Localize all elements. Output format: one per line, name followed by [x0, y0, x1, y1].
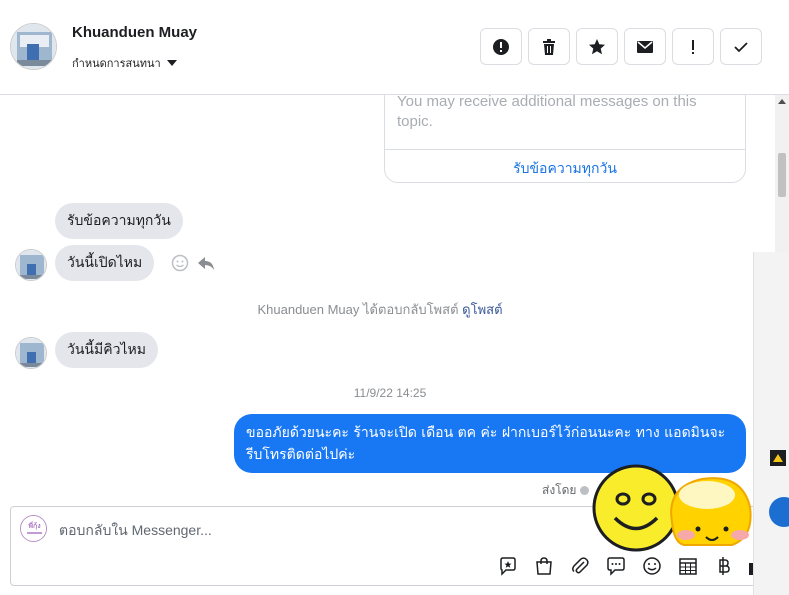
chat-bubble-icon	[607, 557, 625, 576]
svg-text:พี่กุ้ง: พี่กุ้ง	[28, 521, 40, 530]
star-button[interactable]	[576, 28, 618, 65]
topic-card-text: You may receive additional messages on t…	[397, 95, 697, 130]
payment-button[interactable]	[713, 555, 735, 577]
baht-icon	[719, 557, 730, 575]
header-toolbar	[480, 28, 762, 65]
incoming-message: รับข้อความทุกวัน	[55, 203, 183, 239]
delete-button[interactable]	[528, 28, 570, 65]
side-panel	[753, 252, 789, 595]
scrollbar[interactable]	[775, 95, 789, 255]
mark-unread-button[interactable]	[624, 28, 666, 65]
cloud-app-icon[interactable]	[769, 497, 789, 527]
contact-name: Khuanduen Muay	[72, 24, 198, 41]
page-avatar: พี่กุ้ง	[20, 515, 47, 542]
scrollbar-thumb[interactable]	[778, 153, 786, 197]
alert-circle-icon	[493, 38, 509, 55]
react-emoji-icon[interactable]	[171, 254, 189, 272]
incoming-message: วันนี้เปิดไหม	[55, 245, 155, 281]
attach-button[interactable]	[569, 555, 591, 577]
appointment-button[interactable]	[677, 555, 699, 577]
sticker-star-icon	[500, 557, 516, 576]
seen-check-icon	[580, 486, 590, 495]
scroll-up-arrow-icon[interactable]	[778, 99, 786, 104]
message-timestamp: 11/9/22 14:25	[353, 386, 427, 400]
app-shortcut-icon[interactable]	[770, 450, 786, 466]
sticker-star-button[interactable]	[497, 555, 519, 577]
trash-icon	[543, 38, 555, 55]
message-thread: You may receive additional messages on t…	[0, 95, 775, 502]
composer-tools	[497, 555, 735, 577]
exclamation-icon	[692, 39, 694, 54]
conversation-menu-label: กำหนดการสนทนา	[72, 57, 161, 70]
shopping-bag-icon	[536, 557, 552, 575]
sent-by-indicator: ส่งโดย	[542, 481, 590, 500]
envelope-icon	[637, 40, 653, 53]
divider	[385, 149, 745, 150]
report-spam-button[interactable]	[480, 28, 522, 65]
caret-down-icon	[166, 60, 177, 66]
emoji-button[interactable]	[641, 555, 663, 577]
subscribe-daily-link[interactable]: รับข้อความทุกวัน	[385, 158, 745, 180]
incoming-message: วันนี้มีคิวไหม	[55, 332, 158, 368]
system-note: Khuanduen Muay ได้ตอบกลับโพสต์ ดูโพสต์	[0, 299, 760, 320]
conversation-menu[interactable]: กำหนดการสนทนา	[72, 54, 177, 72]
checkmark-icon	[734, 41, 748, 52]
contact-avatar[interactable]	[10, 23, 57, 70]
table-icon	[679, 558, 697, 575]
follow-up-button[interactable]	[672, 28, 714, 65]
mark-done-button[interactable]	[720, 28, 762, 65]
paperclip-icon	[572, 557, 589, 574]
sender-avatar	[15, 337, 47, 369]
shop-button[interactable]	[533, 555, 555, 577]
emoji-icon	[643, 557, 661, 575]
message-actions	[171, 254, 215, 272]
view-post-link[interactable]: ดูโพสต์	[462, 302, 502, 317]
sender-avatar	[15, 249, 47, 281]
conversation-header: Khuanduen Muay กำหนดการสนทนา	[0, 0, 789, 95]
star-icon	[589, 38, 605, 54]
reply-arrow-icon[interactable]	[197, 254, 215, 272]
reply-input[interactable]	[59, 519, 559, 541]
saved-replies-button[interactable]	[605, 555, 627, 577]
topic-card: You may receive additional messages on t…	[384, 95, 746, 183]
yellow-car-sticker-icon	[670, 477, 752, 546]
sent-by-label: ส่งโดย	[542, 483, 577, 497]
system-note-text: Khuanduen Muay ได้ตอบกลับโพสต์	[257, 302, 459, 317]
